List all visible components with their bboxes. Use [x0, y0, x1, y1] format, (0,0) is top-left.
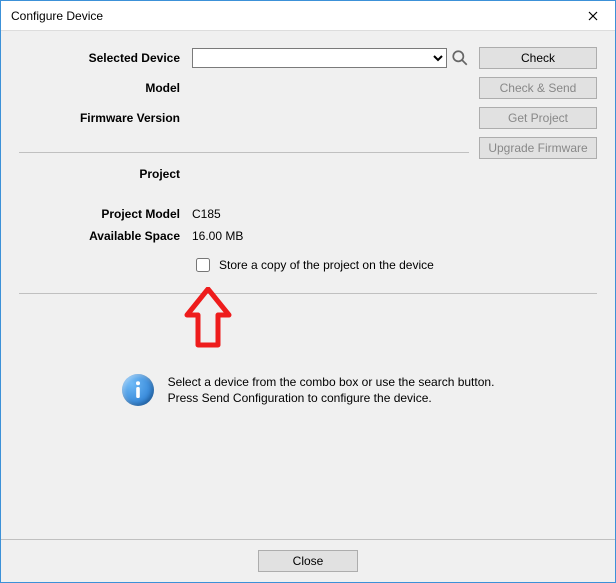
project-model-value: C185	[192, 207, 469, 221]
content-area: Selected Device Check Model Check & Send…	[1, 31, 615, 539]
selected-device-label: Selected Device	[19, 51, 184, 65]
configure-device-window: Configure Device Selected Device Check M…	[0, 0, 616, 583]
close-icon	[588, 11, 598, 21]
section-divider	[19, 152, 469, 153]
available-space-label: Available Space	[19, 229, 184, 243]
annotation-arrow-icon	[183, 287, 233, 352]
store-copy-label: Store a copy of the project on the devic…	[219, 258, 434, 272]
info-line2: Press Send Configuration to configure th…	[168, 390, 495, 406]
model-label: Model	[19, 81, 184, 95]
info-block: Select a device from the combo box or us…	[19, 374, 597, 406]
titlebar: Configure Device	[1, 1, 615, 31]
search-icon[interactable]	[451, 49, 469, 67]
info-icon	[122, 374, 154, 406]
window-title: Configure Device	[11, 9, 103, 23]
info-text: Select a device from the combo box or us…	[168, 374, 495, 406]
close-button[interactable]: Close	[258, 550, 358, 572]
store-copy-checkbox[interactable]	[196, 258, 210, 272]
available-space-value: 16.00 MB	[192, 229, 469, 243]
horizontal-divider	[19, 293, 597, 294]
window-close-button[interactable]	[570, 1, 615, 31]
get-project-button[interactable]: Get Project	[479, 107, 597, 129]
project-label: Project	[19, 167, 184, 181]
upgrade-firmware-button[interactable]: Upgrade Firmware	[479, 137, 597, 159]
info-line1: Select a device from the combo box or us…	[168, 374, 495, 390]
footer: Close	[1, 539, 615, 582]
project-model-label: Project Model	[19, 207, 184, 221]
check-send-button[interactable]: Check & Send	[479, 77, 597, 99]
firmware-version-label: Firmware Version	[19, 111, 184, 125]
selected-device-dropdown[interactable]	[192, 48, 447, 68]
check-button[interactable]: Check	[479, 47, 597, 69]
